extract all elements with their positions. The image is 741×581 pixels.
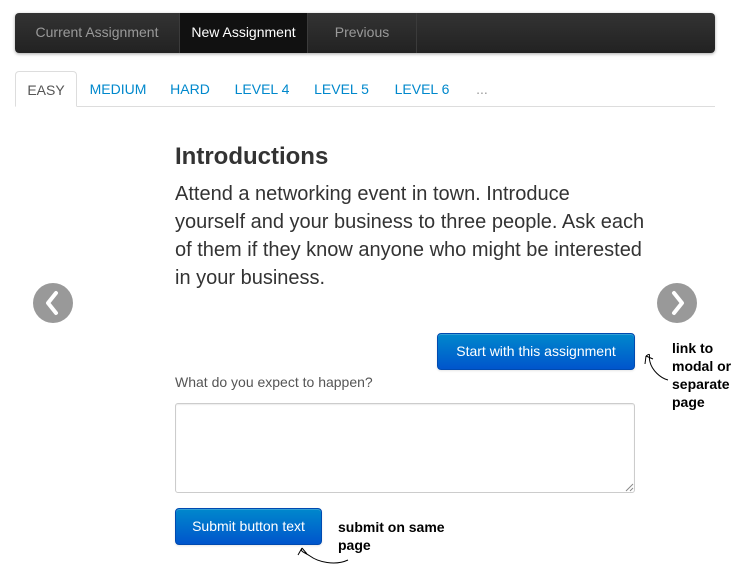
annotation-arrow-start xyxy=(644,353,669,381)
tab-level-4[interactable]: LEVEL 4 xyxy=(228,71,296,107)
carousel-next-button[interactable] xyxy=(657,283,697,323)
nav-divider xyxy=(416,13,417,53)
chevron-right-icon xyxy=(672,291,684,315)
carousel-prev-button[interactable] xyxy=(33,283,73,323)
assignment-title: Introductions xyxy=(175,143,329,170)
tab-easy[interactable]: EASY xyxy=(15,71,77,107)
start-assignment-button[interactable]: Start with this assignment xyxy=(437,333,635,370)
nav-item-current-assignment[interactable]: Current Assignment xyxy=(15,13,179,53)
resize-grip-icon[interactable] xyxy=(624,482,634,492)
top-navbar: Current Assignment New Assignment Previo… xyxy=(15,13,715,53)
annotation-start-note: link to modal or separate page xyxy=(672,340,732,410)
nav-item-new-assignment[interactable]: New Assignment xyxy=(180,13,307,53)
expectation-label: What do you expect to happen? xyxy=(175,374,373,390)
nav-item-previous[interactable]: Previous xyxy=(308,13,416,53)
tab-hard[interactable]: HARD xyxy=(163,71,217,107)
submit-button[interactable]: Submit button text xyxy=(175,508,322,545)
chevron-left-icon xyxy=(46,291,58,315)
tab-level-5[interactable]: LEVEL 5 xyxy=(307,71,376,107)
expectation-textarea[interactable] xyxy=(175,403,635,493)
tab-medium[interactable]: MEDIUM xyxy=(82,71,154,107)
assignment-description: Attend a networking event in town. Intro… xyxy=(175,183,645,289)
page: Current Assignment New Assignment Previo… xyxy=(0,0,741,581)
tab-level-6[interactable]: LEVEL 6 xyxy=(387,71,457,107)
annotation-submit-note: submit on same page xyxy=(338,519,445,553)
tab-more[interactable]: ... xyxy=(467,71,497,107)
